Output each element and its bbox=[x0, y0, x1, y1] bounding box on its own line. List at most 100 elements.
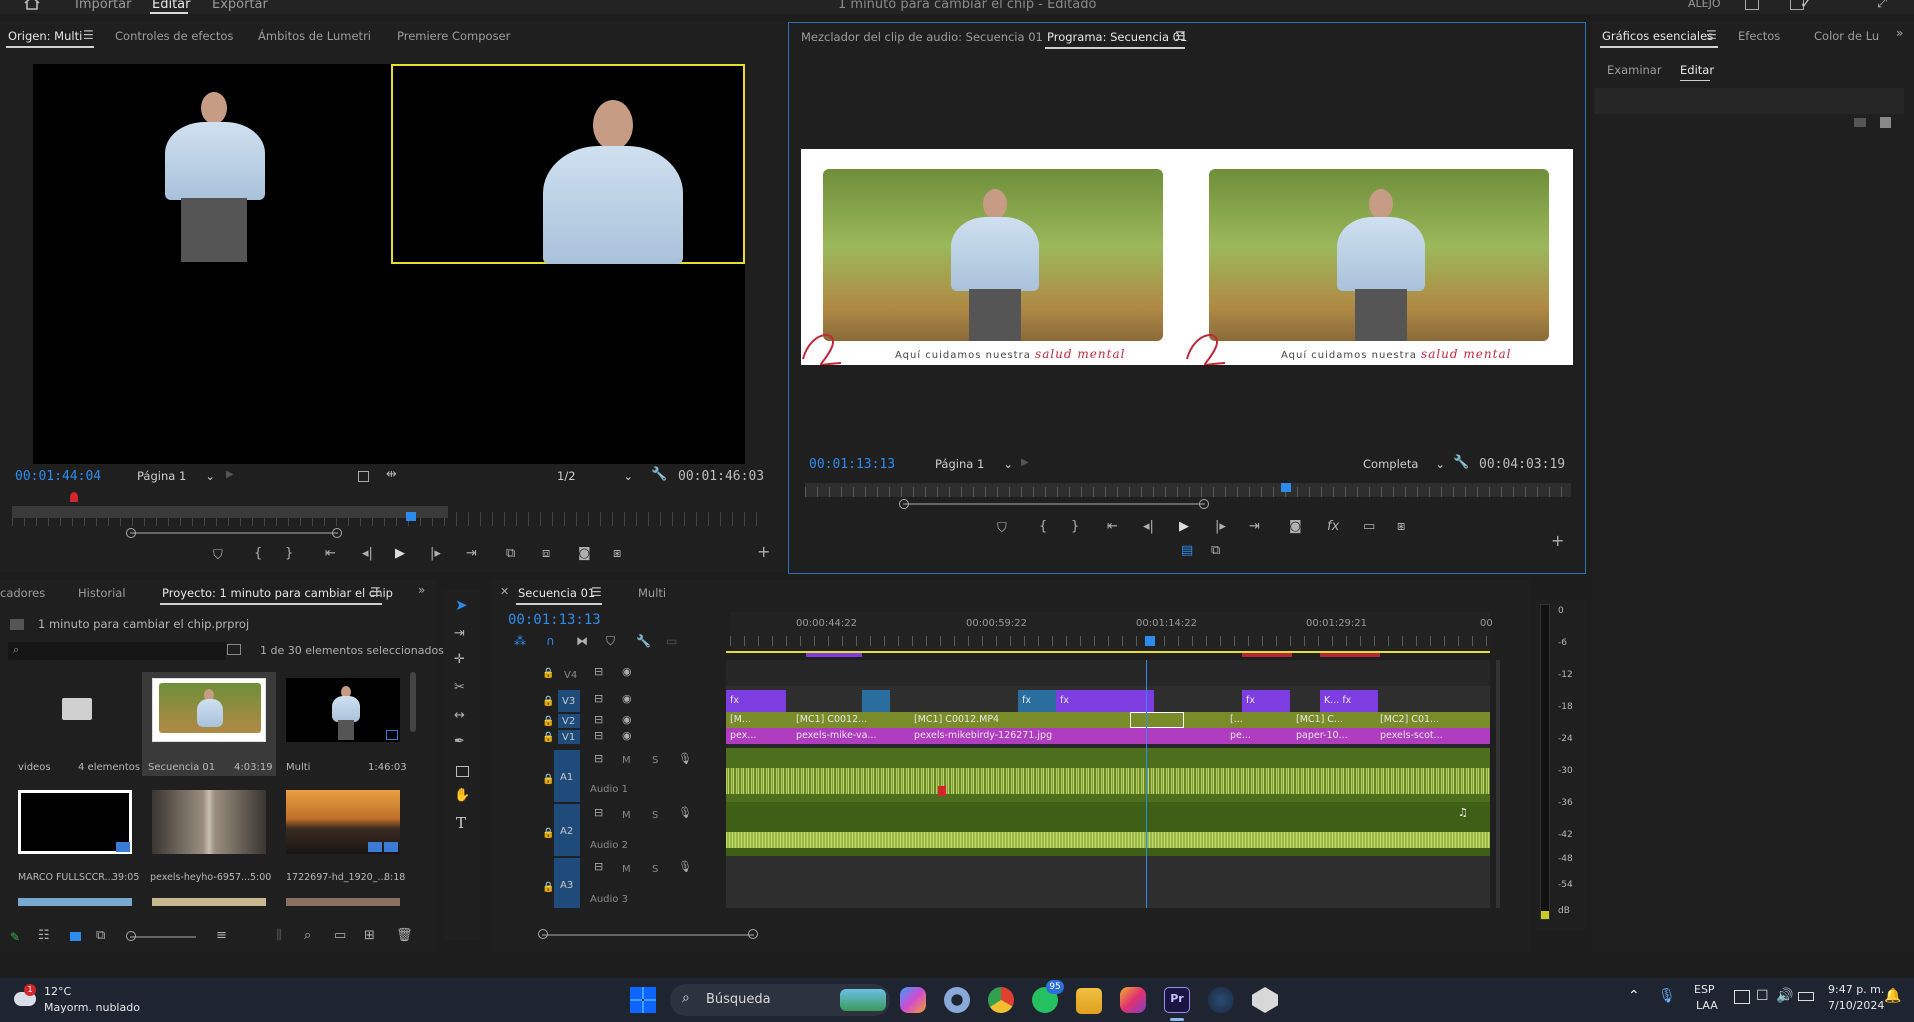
graphics-layer-list[interactable] bbox=[1594, 88, 1904, 114]
essential-menu-icon[interactable]: ☰ bbox=[1706, 28, 1717, 42]
sync-lock-icon[interactable]: ⊟ bbox=[594, 665, 603, 678]
track-v1[interactable]: pex... pexels-mike-va... pexels-mikebird… bbox=[726, 728, 1490, 744]
project-item-partial[interactable] bbox=[286, 898, 400, 906]
nest-icon[interactable]: ⁂ bbox=[514, 634, 526, 648]
tab-history[interactable]: Historial bbox=[78, 586, 126, 600]
track-select-icon[interactable]: ⇥ bbox=[454, 626, 465, 641]
track-v4[interactable] bbox=[726, 660, 1490, 686]
v1-clip[interactable]: pe... bbox=[1226, 729, 1274, 743]
tab-effects[interactable]: Efectos bbox=[1738, 29, 1780, 43]
wrench-icon[interactable]: 🔧 bbox=[651, 467, 667, 482]
show-hidden-icons[interactable]: ⌃ bbox=[1628, 988, 1640, 1004]
quality-dropdown[interactable]: Completa ⌄ bbox=[1363, 457, 1449, 475]
rectangle-tool-icon[interactable] bbox=[456, 766, 469, 777]
premiere-pro-icon[interactable]: Pr bbox=[1164, 987, 1190, 1013]
taskbar-search[interactable]: ⌕ Búsqueda bbox=[670, 984, 890, 1016]
mark-in-icon[interactable]: { bbox=[254, 546, 262, 561]
status-check-icon[interactable]: ✓ bbox=[1800, 0, 1812, 12]
project-item-partial[interactable] bbox=[152, 898, 266, 906]
find-icon[interactable]: ⌕ bbox=[304, 928, 311, 943]
mute-button[interactable]: M bbox=[622, 810, 631, 821]
lock-icon[interactable]: 🔒 bbox=[542, 716, 554, 727]
tab-source[interactable]: Origen: Multi bbox=[8, 29, 82, 43]
v2-clip[interactable]: [... bbox=[1226, 713, 1274, 727]
clock-date[interactable]: 7/10/2024 bbox=[1828, 999, 1884, 1012]
v2-clip[interactable]: [M... bbox=[726, 713, 790, 727]
language-indicator[interactable]: ESP bbox=[1694, 983, 1715, 996]
play-icon[interactable]: ▶ bbox=[395, 546, 405, 561]
track-a2[interactable]: ♫ bbox=[726, 802, 1490, 856]
track-area[interactable]: fx fx fx fx K... fx [M... [MC1] C0012...… bbox=[726, 660, 1490, 908]
wrench-icon[interactable]: 🔧 bbox=[1453, 455, 1469, 470]
copilot-icon[interactable] bbox=[900, 987, 926, 1013]
sync-lock-icon[interactable]: ⊟ bbox=[594, 729, 603, 742]
toggle-proxies-icon[interactable]: ⧉ bbox=[1211, 543, 1220, 558]
pencil-icon[interactable]: ✎ bbox=[10, 930, 20, 944]
v1-clip[interactable]: pex... bbox=[726, 729, 790, 743]
home-icon[interactable] bbox=[24, 0, 40, 10]
lock-icon[interactable]: 🔒 bbox=[542, 828, 554, 839]
selection-tool-icon[interactable]: ➤ bbox=[455, 596, 468, 614]
project-menu-icon[interactable]: ☰ bbox=[370, 585, 381, 599]
zoom-handle[interactable] bbox=[126, 528, 136, 538]
source-playhead[interactable] bbox=[406, 512, 416, 521]
slip-icon[interactable]: ↔ bbox=[454, 708, 465, 723]
nav-exportar[interactable]: Exportar bbox=[212, 0, 268, 12]
tab-project[interactable]: Proyecto: 1 minuto para cambiar el chip bbox=[162, 586, 393, 600]
go-to-out-icon[interactable]: ⇥ bbox=[1249, 519, 1260, 534]
program-video-frame[interactable]: Aquí cuidamos nuestra salud mental Aquí … bbox=[801, 149, 1573, 365]
go-to-in-icon[interactable]: ⇤ bbox=[1107, 519, 1118, 534]
track-a1-id[interactable]: A1 bbox=[560, 772, 573, 783]
microphone-icon[interactable]: 🎙 bbox=[678, 752, 692, 765]
sync-lock-icon[interactable]: ⊟ bbox=[594, 806, 603, 819]
steam-icon[interactable] bbox=[1208, 987, 1234, 1013]
track-v2-label[interactable]: V2 bbox=[562, 716, 575, 727]
multicam-angle-2-selected[interactable] bbox=[391, 64, 745, 264]
source-zoom-bar[interactable] bbox=[130, 532, 338, 534]
vpn-icon[interactable]: ☐ bbox=[1756, 988, 1769, 1004]
program-playhead[interactable] bbox=[1281, 483, 1292, 492]
v2-clip[interactable]: [MC2] C01... bbox=[1376, 713, 1486, 727]
close-tab-icon[interactable]: ✕ bbox=[500, 585, 509, 598]
new-bin-icon[interactable] bbox=[227, 644, 241, 655]
icon-view-icon[interactable] bbox=[70, 932, 81, 941]
program-page-dropdown[interactable]: Página 1 ⌄ bbox=[935, 457, 1017, 475]
step-back-icon[interactable]: ◂| bbox=[1143, 519, 1154, 534]
sort-icon[interactable]: ≡ bbox=[216, 928, 227, 943]
sync-lock-icon[interactable]: ⊟ bbox=[594, 692, 603, 705]
zoom-slider[interactable] bbox=[130, 936, 196, 938]
step-forward-icon[interactable]: |▸ bbox=[1215, 519, 1226, 534]
unity-icon[interactable] bbox=[1252, 987, 1278, 1013]
v3-clip[interactable]: fx bbox=[1018, 690, 1056, 712]
go-to-in-icon[interactable]: ⇤ bbox=[325, 546, 336, 561]
sync-lock-icon[interactable]: ⊟ bbox=[594, 752, 603, 765]
camera-icon[interactable]: ◙ bbox=[578, 546, 591, 561]
v2-clip[interactable]: [MC1] C0012... bbox=[792, 713, 906, 727]
wrench-icon[interactable]: 🔧 bbox=[636, 634, 651, 648]
razor-icon[interactable]: ✂ bbox=[454, 680, 465, 695]
track-a3[interactable] bbox=[726, 856, 1490, 908]
project-item-pexels-heyho[interactable]: pexels-heyho-6957... 5:00 bbox=[142, 786, 276, 890]
tab-premiere-composer[interactable]: Premiere Composer bbox=[397, 29, 510, 43]
new-item-icon[interactable]: ⊞ bbox=[364, 928, 375, 943]
microphone-icon[interactable]: 🎙 bbox=[678, 860, 692, 873]
eye-icon[interactable]: ◉ bbox=[622, 665, 632, 678]
audio-marker[interactable] bbox=[938, 786, 946, 796]
project-item-partial[interactable] bbox=[18, 898, 132, 906]
program-menu-icon[interactable]: ☰ bbox=[1175, 29, 1186, 43]
add-button-icon[interactable]: + bbox=[1551, 531, 1564, 550]
sync-lock-icon[interactable]: ⊟ bbox=[594, 860, 603, 873]
lock-icon[interactable]: 🔒 bbox=[542, 732, 554, 743]
source-marker[interactable] bbox=[70, 492, 78, 502]
captions-icon[interactable]: ▭ bbox=[666, 634, 677, 648]
project-scrollbar[interactable] bbox=[410, 672, 416, 732]
overwrite-icon[interactable]: ⧈ bbox=[542, 546, 550, 561]
v3-clip[interactable]: fx bbox=[1242, 690, 1290, 712]
clock-time[interactable]: 9:47 p. m. bbox=[1828, 983, 1884, 996]
notifications-icon[interactable]: 🔔 bbox=[1884, 988, 1901, 1004]
tab-audio-clip-mixer[interactable]: Mezclador del clip de audio: Secuencia 0… bbox=[801, 30, 1043, 44]
fx-icon[interactable]: fx bbox=[1327, 519, 1339, 534]
tab-sequence-01[interactable]: Secuencia 01 bbox=[518, 586, 595, 600]
add-marker-icon[interactable]: ⛉ bbox=[213, 548, 223, 563]
v1-clip[interactable]: paper-10... bbox=[1292, 729, 1368, 743]
